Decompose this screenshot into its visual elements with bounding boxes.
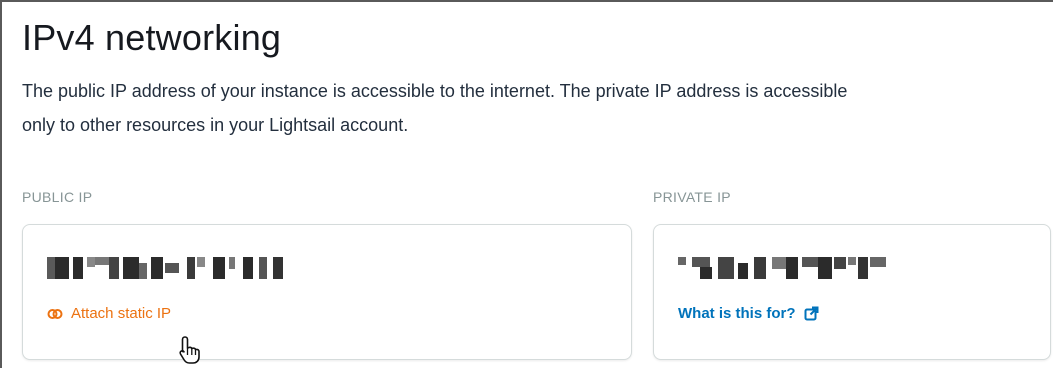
- external-link-icon: [804, 306, 819, 321]
- what-is-this-for-label: What is this for?: [678, 305, 796, 322]
- attach-static-ip-link[interactable]: Attach static IP: [47, 305, 171, 322]
- private-ip-card: What is this for?: [653, 224, 1051, 360]
- public-ip-value[interactable]: [47, 253, 327, 283]
- public-ip-obscured: [47, 257, 283, 279]
- static-ip-link-icon: [47, 307, 63, 321]
- what-is-this-for-link[interactable]: What is this for?: [678, 305, 819, 322]
- private-ip-obscured: [678, 257, 886, 279]
- ipv4-networking-panel: IPv4 networking The public IP address of…: [0, 0, 1053, 368]
- hand-cursor-icon: [177, 335, 205, 365]
- section-title: IPv4 networking: [22, 17, 282, 58]
- public-ip-label: PUBLIC IP: [22, 189, 93, 205]
- private-ip-label: PRIVATE IP: [653, 189, 731, 205]
- public-ip-card: Attach static IP: [22, 224, 632, 360]
- attach-static-ip-label: Attach static IP: [71, 305, 172, 322]
- private-ip-value[interactable]: [678, 253, 918, 283]
- section-description: The public IP address of your instance i…: [22, 81, 848, 135]
